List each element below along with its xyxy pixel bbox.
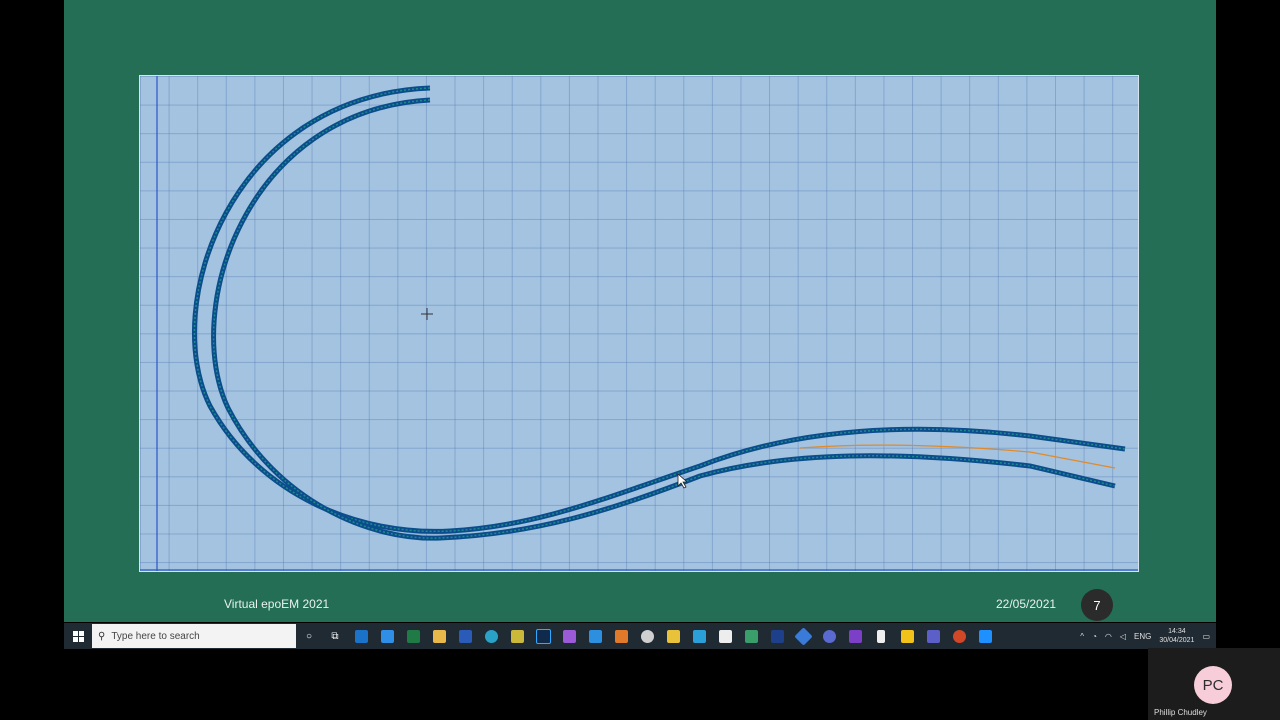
track-inner-sleepers <box>212 99 1116 539</box>
app-icon[interactable] <box>972 623 998 649</box>
wifi-icon[interactable]: ◠ <box>1105 632 1112 641</box>
teams-icon[interactable] <box>920 623 946 649</box>
app-icon[interactable] <box>556 623 582 649</box>
slide-footer-date: 22/05/2021 <box>996 597 1057 611</box>
participant-tile: PC Phillip Chudley <box>1148 648 1280 720</box>
app-icon[interactable] <box>764 623 790 649</box>
clock-date: 30/04/2021 <box>1159 637 1195 644</box>
chevron-up-icon[interactable]: ^ <box>1080 632 1084 641</box>
presentation-slide: Virtual epoEM 2021 22/05/2021 7 <box>64 0 1216 622</box>
windows-icon <box>72 630 84 642</box>
app-icon[interactable] <box>634 623 660 649</box>
app-icon[interactable] <box>790 623 816 649</box>
participant-name: Phillip Chudley <box>1154 708 1207 717</box>
start-button[interactable] <box>64 623 92 649</box>
outlook-icon[interactable] <box>348 623 374 649</box>
track-outer-rail <box>191 85 1126 534</box>
language-indicator[interactable]: ENG <box>1134 632 1151 641</box>
photoshop-icon[interactable] <box>530 623 556 649</box>
clock-time: 14:34 <box>1168 628 1186 635</box>
task-view-icon[interactable]: ⧉ <box>322 623 348 649</box>
volume-icon[interactable]: ◁ <box>1120 632 1126 641</box>
app-icon[interactable] <box>712 623 738 649</box>
track-drawing <box>140 76 1138 571</box>
track-design-canvas[interactable] <box>139 75 1139 572</box>
avatar: PC <box>1194 666 1232 704</box>
word-icon[interactable] <box>452 623 478 649</box>
slide-footer-title: Virtual epoEM 2021 <box>224 597 330 611</box>
app-icon[interactable] <box>868 623 894 649</box>
edge-icon[interactable] <box>478 623 504 649</box>
app-icon[interactable] <box>608 623 634 649</box>
windows-taskbar: ⚲ Type here to search ○ ⧉ ^ ◔ ◠ ◁ ENG 14… <box>64 623 1216 649</box>
app-icon[interactable] <box>660 623 686 649</box>
excel-icon[interactable] <box>400 623 426 649</box>
notifications-icon[interactable]: ▭ <box>1202 632 1210 641</box>
system-tray: ^ ◔ ◠ ◁ ENG 14:34 30/04/2021 ▭ <box>1080 627 1216 645</box>
app-icon[interactable] <box>894 623 920 649</box>
slide-number: 7 <box>1081 589 1113 621</box>
search-placeholder: Type here to search <box>111 630 200 642</box>
file-explorer-icon[interactable] <box>426 623 452 649</box>
track-inner-rail <box>211 97 1116 541</box>
app-icon[interactable] <box>582 623 608 649</box>
app-icon[interactable] <box>738 623 764 649</box>
search-icon: ⚲ <box>98 630 106 642</box>
app-icon[interactable] <box>504 623 530 649</box>
app-icon[interactable] <box>686 623 712 649</box>
visual-studio-icon[interactable] <box>842 623 868 649</box>
taskbar-clock[interactable]: 14:34 30/04/2021 <box>1159 627 1194 645</box>
powerpoint-icon[interactable] <box>946 623 972 649</box>
cortana-icon[interactable]: ○ <box>296 623 322 649</box>
app-icon[interactable] <box>816 623 842 649</box>
track-outer-sleepers <box>193 87 1126 533</box>
network-icon[interactable]: ◔ <box>1092 632 1097 641</box>
mail-icon[interactable] <box>374 623 400 649</box>
taskbar-search-box[interactable]: ⚲ Type here to search <box>92 624 296 648</box>
